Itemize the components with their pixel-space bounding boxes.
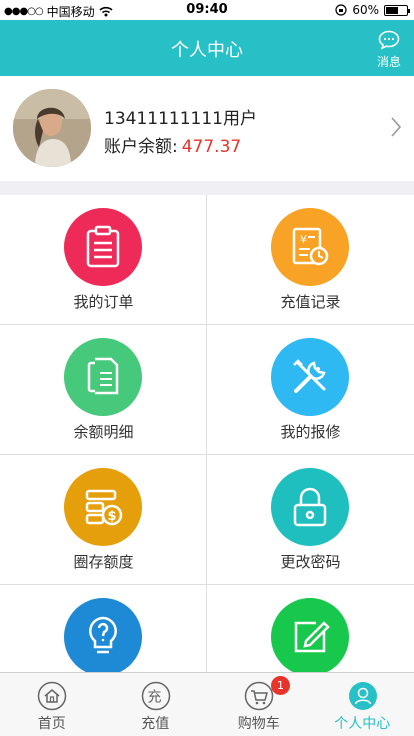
tab-home[interactable]: 首页: [0, 673, 104, 736]
menu-item-label: 余额明细: [73, 423, 134, 441]
recharge-icon: 充: [141, 681, 170, 711]
documents-icon: [64, 338, 142, 416]
menu-item-label: 我的报修: [280, 423, 341, 441]
menu-item-recharge-record[interactable]: ¥ 充值记录: [207, 195, 414, 325]
status-bar: ●●●○○ 中国移动 09:40 60%: [0, 0, 414, 20]
menu-item-edit[interactable]: [207, 585, 414, 672]
tab-label: 个人中心: [334, 716, 391, 732]
message-label: 消息: [376, 55, 401, 69]
svg-text:$: $: [108, 509, 117, 524]
chevron-right-icon: [391, 117, 402, 137]
recharge-record-icon: ¥: [271, 208, 349, 286]
lightbulb-icon: [64, 598, 142, 672]
menu-item-change-password[interactable]: 更改密码: [207, 455, 414, 585]
menu-item-balance-detail[interactable]: 余额明细: [0, 325, 207, 455]
menu-item-my-orders[interactable]: 我的订单: [0, 195, 207, 325]
svg-text:充: 充: [147, 690, 161, 706]
tab-label: 充值: [141, 716, 170, 732]
clipboard-icon: [64, 208, 142, 286]
profile-card[interactable]: 13411111111用户 账户余额: 477.37: [0, 76, 414, 181]
message-button[interactable]: 消息: [374, 30, 404, 70]
menu-item-label: 圈存额度: [73, 553, 134, 571]
app-header: 个人中心 消息: [0, 20, 414, 76]
chat-bubble-icon: [378, 30, 400, 50]
cart-badge: 1: [271, 676, 290, 695]
tab-bar: 首页 充 充值 1 购物车 个人中心: [0, 672, 414, 736]
battery-percent: 60%: [352, 3, 379, 17]
menu-item-quota[interactable]: $ 圈存额度: [0, 455, 207, 585]
tab-label: 首页: [37, 716, 66, 732]
balance-value: 477.37: [181, 137, 242, 157]
balance-label: 账户余额:: [104, 137, 178, 157]
user-icon: [348, 682, 377, 710]
rotation-lock-icon: [335, 4, 347, 16]
edit-icon: [271, 598, 349, 672]
tab-cart[interactable]: 1 购物车: [207, 673, 311, 736]
tools-icon: [271, 338, 349, 416]
menu-item-label: 更改密码: [280, 553, 341, 571]
avatar: [13, 89, 91, 167]
cart-icon: [244, 681, 274, 711]
menu-item-my-repairs[interactable]: 我的报修: [207, 325, 414, 455]
username: 13411111111用户: [104, 109, 257, 129]
menu-item-help[interactable]: [0, 585, 207, 672]
tab-profile[interactable]: 个人中心: [311, 673, 414, 736]
tab-label: 购物车: [237, 716, 280, 732]
menu-item-label: 我的订单: [73, 293, 134, 311]
menu-grid: 我的订单 ¥ 充值记录 余额明细 我的报修 $ 圈存额度 更改密码: [0, 195, 414, 672]
lock-icon: [271, 468, 349, 546]
quota-icon: $: [64, 468, 142, 546]
tab-recharge[interactable]: 充 充值: [104, 673, 208, 736]
svg-text:¥: ¥: [300, 233, 307, 246]
account-balance: 账户余额: 477.37: [104, 132, 241, 157]
page-title: 个人中心: [171, 40, 243, 61]
home-icon: [37, 681, 67, 711]
menu-item-label: 充值记录: [280, 293, 341, 311]
battery-icon: [384, 4, 410, 16]
